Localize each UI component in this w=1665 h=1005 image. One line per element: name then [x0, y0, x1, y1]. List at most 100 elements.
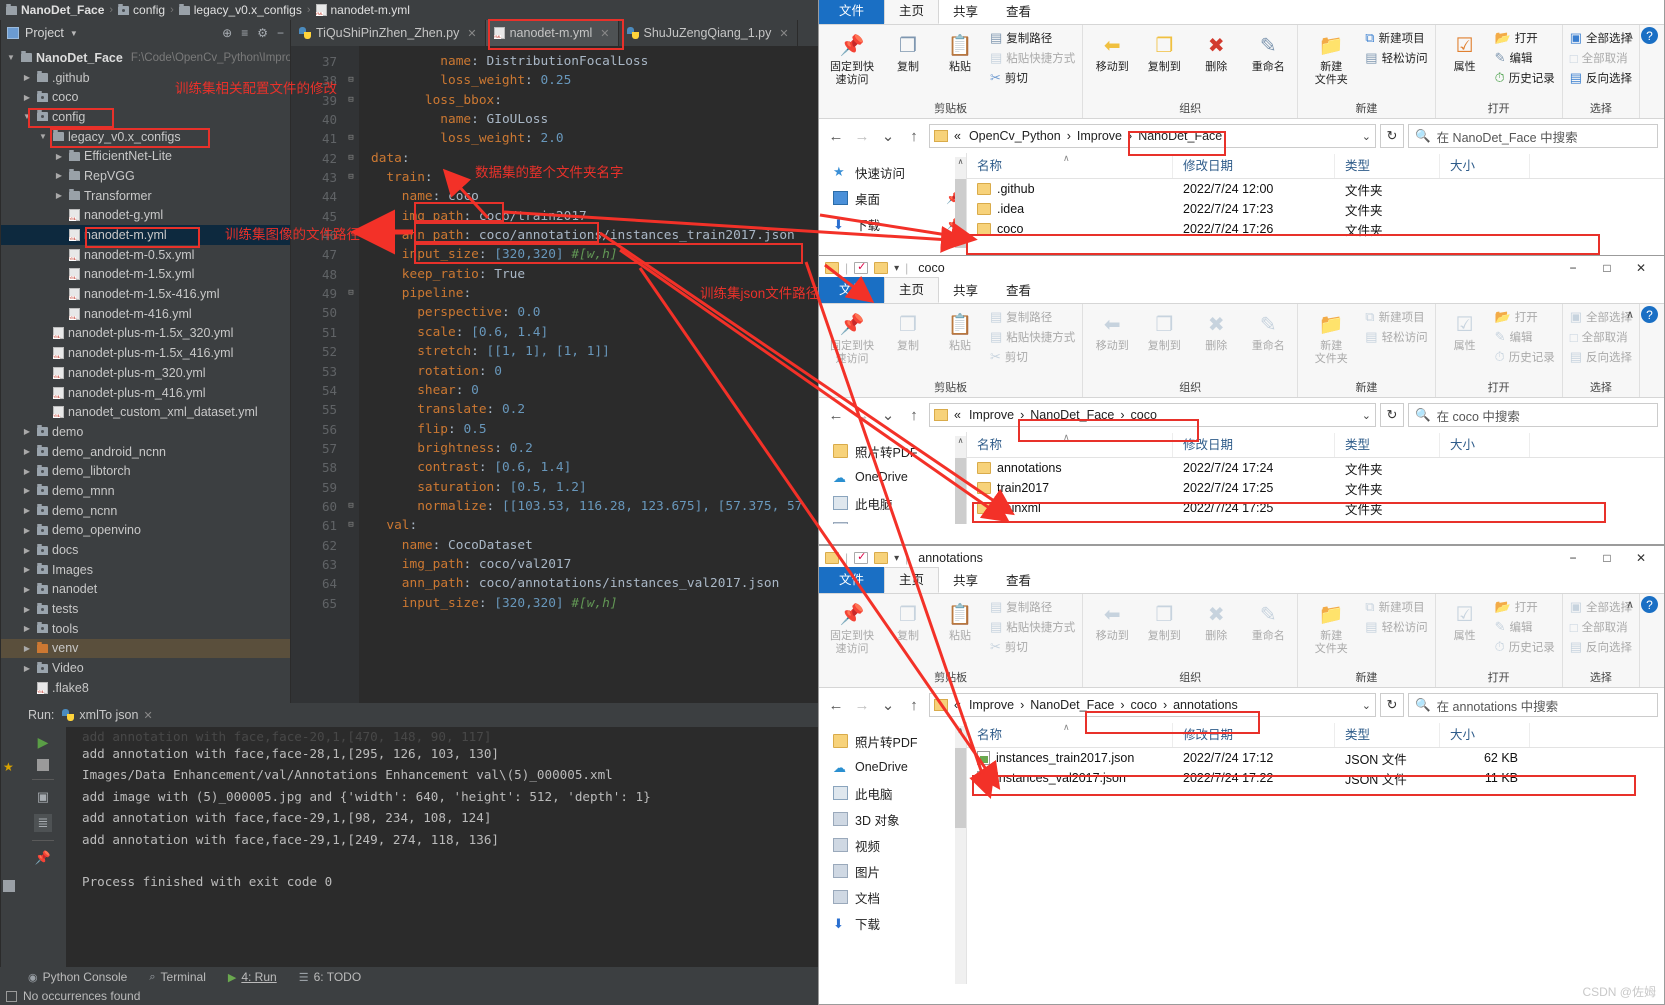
- explorer-window-annotations[interactable]: | ▾ | annotations − □ ✕ 文件主页共享查看 📌 固定到快速访…: [818, 545, 1665, 1005]
- chevron-right-icon[interactable]: [53, 191, 65, 200]
- address-crumb[interactable]: NanoDet_Face: [1028, 698, 1116, 712]
- ribbon-button-pin[interactable]: 📌 固定到快 速访问: [823, 597, 881, 656]
- nav-pane-scrollbar[interactable]: ∧: [955, 726, 966, 984]
- ribbon-small-history[interactable]: ⏱ 历史记录: [1492, 68, 1558, 88]
- nav-item-downloads[interactable]: ⬇ 下载 📌: [819, 211, 966, 237]
- fold-icon[interactable]: ⊟: [345, 168, 357, 187]
- ribbon-tab-3[interactable]: 查看: [992, 569, 1045, 593]
- chevron-right-icon[interactable]: [21, 526, 33, 535]
- address-crumb[interactable]: annotations: [1171, 698, 1240, 712]
- ribbon-button-rename[interactable]: ✎ 重命名: [1243, 28, 1293, 74]
- column-header-name[interactable]: 名称: [967, 153, 1173, 178]
- statusbar-4--run[interactable]: ▶ 4: Run: [228, 970, 277, 984]
- collapse-ribbon-icon[interactable]: ∧: [1626, 29, 1634, 42]
- chevron-right-icon[interactable]: [21, 427, 33, 436]
- chevron-right-icon[interactable]: [21, 565, 33, 574]
- ribbon-button-paste[interactable]: 📋 粘贴: [935, 597, 985, 643]
- ribbon-tab-2[interactable]: 共享: [939, 279, 992, 303]
- tree-item-nanodet-m-1-5x-416-yml[interactable]: nanodet-m-1.5x-416.yml: [1, 284, 290, 304]
- properties-icon[interactable]: [854, 260, 869, 274]
- ribbon-small-copy-path[interactable]: ▤ 复制路径: [987, 597, 1078, 617]
- chevron-right-icon[interactable]: [21, 486, 33, 495]
- tree-item-tests[interactable]: tests: [1, 599, 290, 619]
- fold-icon[interactable]: ⊟: [345, 129, 357, 148]
- column-header-size[interactable]: 大小: [1440, 722, 1530, 747]
- nav-item-this-pc[interactable]: 此电脑: [819, 780, 966, 806]
- ribbon-button-new-folder[interactable]: 📁 新建 文件夹: [1302, 307, 1360, 366]
- address-crumb[interactable]: «: [952, 408, 963, 422]
- collapse-all-icon[interactable]: ≡: [241, 26, 248, 40]
- nav-item-downloads[interactable]: ⬇ 下载: [819, 910, 966, 936]
- ribbon-button-move-to[interactable]: ⬅ 移动到: [1087, 597, 1137, 643]
- ribbon-small-select-none[interactable]: □ 全部取消: [1567, 48, 1635, 68]
- ribbon-button-new-folder[interactable]: 📁 新建 文件夹: [1302, 28, 1360, 87]
- forward-button[interactable]: →: [851, 697, 873, 714]
- close-icon[interactable]: ✕: [600, 27, 609, 40]
- column-header-type[interactable]: 类型: [1335, 432, 1440, 457]
- refresh-button[interactable]: ↻: [1380, 693, 1404, 717]
- nav-item-this-pc[interactable]: 此电脑: [819, 490, 966, 516]
- chevron-right-icon[interactable]: [21, 546, 33, 555]
- column-header-date[interactable]: 修改日期: [1173, 722, 1335, 747]
- recent-locations-button[interactable]: ⌄: [877, 696, 899, 714]
- ribbon-small-history[interactable]: ⏱ 历史记录: [1492, 347, 1558, 367]
- chevron-down-icon[interactable]: [5, 53, 17, 62]
- back-button[interactable]: ←: [825, 128, 847, 145]
- maximize-icon[interactable]: □: [1590, 257, 1624, 279]
- scrollbar-thumb[interactable]: [955, 179, 966, 248]
- tree-item-nanodet-m-0-5x-yml[interactable]: nanodet-m-0.5x.yml: [1, 245, 290, 265]
- tree-item-legacy_v0-x_configs[interactable]: legacy_v0.x_configs: [1, 127, 290, 147]
- statusbar-6--todo[interactable]: ☰ 6: TODO: [299, 970, 361, 984]
- close-icon[interactable]: ✕: [779, 27, 788, 40]
- ribbon-button-delete[interactable]: ✖ 删除: [1191, 307, 1241, 353]
- tree-item--github[interactable]: .github: [1, 68, 290, 88]
- ribbon-small-open[interactable]: 📂 打开: [1492, 28, 1558, 48]
- properties-icon[interactable]: [854, 550, 869, 564]
- maximize-icon[interactable]: □: [1590, 547, 1624, 569]
- help-icon[interactable]: ?: [1641, 27, 1658, 44]
- address-crumb[interactable]: coco: [1129, 408, 1159, 422]
- ribbon-small-edit[interactable]: ✎ 编辑: [1492, 48, 1558, 68]
- ribbon-small-easy-access[interactable]: ▤ 轻松访问: [1362, 617, 1430, 637]
- ribbon-button-copy[interactable]: ❐ 复制: [883, 28, 933, 74]
- pin-icon[interactable]: 📌: [34, 849, 52, 867]
- ribbon-small-select-none[interactable]: □ 全部取消: [1567, 327, 1635, 347]
- fold-icon[interactable]: ⊟: [345, 149, 357, 168]
- tree-item-demo_openvino[interactable]: demo_openvino: [1, 521, 290, 541]
- ribbon-small-easy-access[interactable]: ▤ 轻松访问: [1362, 327, 1430, 347]
- tree-item-nanodet[interactable]: nanodet: [1, 580, 290, 600]
- nav-item-star[interactable]: ★ 快速访问: [819, 159, 966, 185]
- forward-button[interactable]: →: [851, 128, 873, 145]
- file-row[interactable]: train2017 2022/7/24 17:25 文件夹: [967, 478, 1664, 498]
- minimize-icon[interactable]: −: [277, 26, 284, 40]
- explorer-window-coco[interactable]: | ▾ | coco − □ ✕ 文件主页共享查看 📌 固定到快速访问 ❐ 复制 📋 粘贴…: [818, 255, 1665, 545]
- ribbon-button-properties[interactable]: ☑ 属性: [1440, 307, 1490, 353]
- address-bar[interactable]: «Improve › NanoDet_Face › coco ⌄: [929, 403, 1376, 427]
- ribbon-small-invert-selection[interactable]: ▤ 反向选择: [1567, 68, 1635, 88]
- tree-item-venv[interactable]: venv: [1, 638, 290, 659]
- column-header-size[interactable]: 大小: [1440, 432, 1530, 457]
- chevron-down-icon[interactable]: ⌄: [1362, 409, 1371, 422]
- ribbon-small-scissors[interactable]: ✂ 剪切: [987, 347, 1078, 367]
- tree-item-nanodet-plus-m_320-yml[interactable]: nanodet-plus-m_320.yml: [1, 363, 290, 383]
- address-crumb[interactable]: coco: [1129, 698, 1159, 712]
- nav-pane-scrollbar[interactable]: ∧: [955, 157, 966, 248]
- fold-icon[interactable]: ⊟: [345, 71, 357, 90]
- recent-locations-button[interactable]: ⌄: [877, 406, 899, 424]
- ribbon-tab-2[interactable]: 共享: [939, 569, 992, 593]
- new-folder-icon[interactable]: [874, 552, 889, 564]
- tree-item-demo_libtorch[interactable]: demo_libtorch: [1, 461, 290, 481]
- recent-locations-button[interactable]: ⌄: [877, 127, 899, 145]
- new-folder-icon[interactable]: [874, 262, 889, 274]
- column-header-date[interactable]: 修改日期: [1173, 153, 1335, 178]
- ribbon-button-delete[interactable]: ✖ 删除: [1191, 28, 1241, 74]
- file-row[interactable]: instances_train2017.json 2022/7/24 17:12 J…: [967, 748, 1664, 768]
- editor-tab-nanodet-m-yml[interactable]: nanodet-m.yml ✕: [485, 20, 619, 46]
- chevron-right-icon[interactable]: [21, 447, 33, 456]
- close-icon[interactable]: ✕: [1624, 547, 1658, 569]
- ribbon-small-select-all[interactable]: ▣ 全部选择: [1567, 307, 1635, 327]
- ribbon-tab-3[interactable]: 查看: [992, 0, 1045, 24]
- ribbon-small-edit[interactable]: ✎ 编辑: [1492, 617, 1558, 637]
- ribbon-small-scissors[interactable]: ✂ 剪切: [987, 68, 1078, 88]
- statusbar-terminal[interactable]: ⌕ Terminal: [149, 970, 206, 984]
